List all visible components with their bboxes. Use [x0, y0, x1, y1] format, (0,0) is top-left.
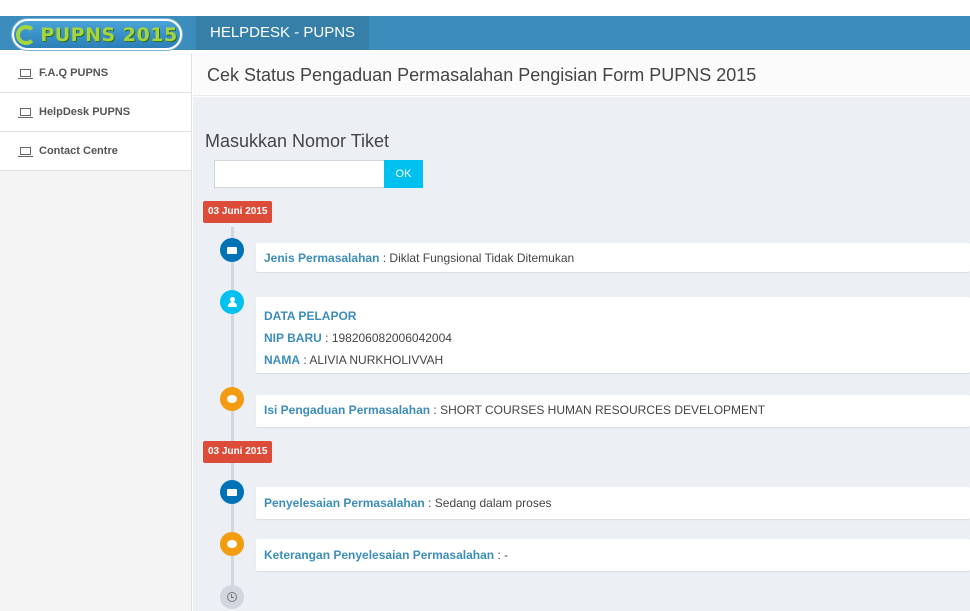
nip-row: NIP BARU : 198206082006042004: [264, 327, 970, 349]
page-header: Cek Status Pengaduan Permasalahan Pengis…: [193, 54, 970, 96]
comment-icon: [220, 532, 244, 556]
penyelesaian-value: Sedang dalam proses: [434, 496, 552, 510]
keterangan-value: -: [504, 548, 509, 562]
timeline-item-pelapor: DATA PELAPOR NIP BARU : 1982060820060420…: [256, 297, 970, 373]
timeline-item-keterangan: Keterangan Penyelesaian Permasalahan : -: [256, 539, 970, 571]
user-icon: [220, 290, 244, 314]
isi-value: SHORT COURSES HUMAN RESOURCES DEVELOPMEN…: [440, 403, 766, 417]
separator: :: [321, 331, 332, 345]
timeline-date-label: 03 Juni 2015: [203, 201, 273, 223]
sidebar: F.A.Q PUPNS HelpDesk PUPNS Contact Centr…: [0, 54, 192, 611]
ticket-number-input[interactable]: [214, 160, 385, 188]
sidebar-item-label: Contact Centre: [39, 145, 118, 157]
timeline-item-isi: Isi Pengaduan Permasalahan : SHORT COURS…: [256, 395, 970, 427]
nip-key: NIP BARU: [264, 331, 322, 345]
envelope-icon: [220, 480, 244, 504]
nama-row: NAMA : ALIVIA NURKHOLIVVAH: [264, 349, 970, 371]
timeline-item-penyelesaian: Penyelesaian Permasalahan : Sedang dalam…: [256, 487, 970, 519]
sidebar-item-contact-centre[interactable]: Contact Centre: [0, 132, 191, 171]
sidebar-item-helpdesk[interactable]: HelpDesk PUPNS: [0, 93, 191, 132]
ticket-label: Masukkan Nomor Tiket: [205, 131, 390, 151]
keterangan-key: Keterangan Penyelesaian Permasalahan: [264, 548, 495, 562]
logo-mark-icon: [16, 24, 37, 45]
page-title: Cek Status Pengaduan Permasalahan Pengis…: [207, 65, 757, 85]
app-brand[interactable]: HELPDESK - PUPNS: [196, 16, 370, 50]
main-content: Masukkan Nomor Tiket OK 03 Juni 2015 Jen…: [193, 97, 970, 611]
nama-value: ALIVIA NURKHOLIVVAH: [309, 353, 444, 367]
jenis-key: Jenis Permasalahan: [264, 251, 380, 265]
nama-key: NAMA: [264, 353, 300, 367]
isi-key: Isi Pengaduan Permasalahan: [264, 403, 431, 417]
monitor-icon: [18, 147, 33, 157]
separator: :: [428, 496, 435, 510]
monitor-icon: [18, 108, 33, 118]
timeline-date-label: 03 Juni 2015: [203, 441, 273, 463]
sidebar-item-label: HelpDesk PUPNS: [39, 106, 131, 118]
nip-value: 198206082006042004: [331, 331, 452, 345]
top-bar: PUPNS 2015 HELPDESK - PUPNS: [0, 0, 970, 54]
separator: :: [300, 353, 310, 367]
ok-button[interactable]: OK: [384, 160, 423, 188]
comment-icon: [220, 387, 244, 411]
clock-icon: [220, 585, 244, 609]
logo-text: PUPNS 2015: [40, 23, 178, 46]
app-logo[interactable]: PUPNS 2015: [12, 19, 182, 50]
envelope-icon: [220, 238, 244, 262]
pelapor-heading: DATA PELAPOR: [264, 309, 357, 323]
sidebar-item-label: F.A.Q PUPNS: [39, 67, 109, 79]
timeline-item-jenis: Jenis Permasalahan : Diklat Fungsional T…: [256, 243, 970, 272]
monitor-icon: [18, 69, 33, 79]
sidebar-item-faq[interactable]: F.A.Q PUPNS: [0, 54, 191, 93]
penyelesaian-key: Penyelesaian Permasalahan: [264, 496, 425, 510]
jenis-value: Diklat Fungsional Tidak Ditemukan: [389, 251, 575, 265]
